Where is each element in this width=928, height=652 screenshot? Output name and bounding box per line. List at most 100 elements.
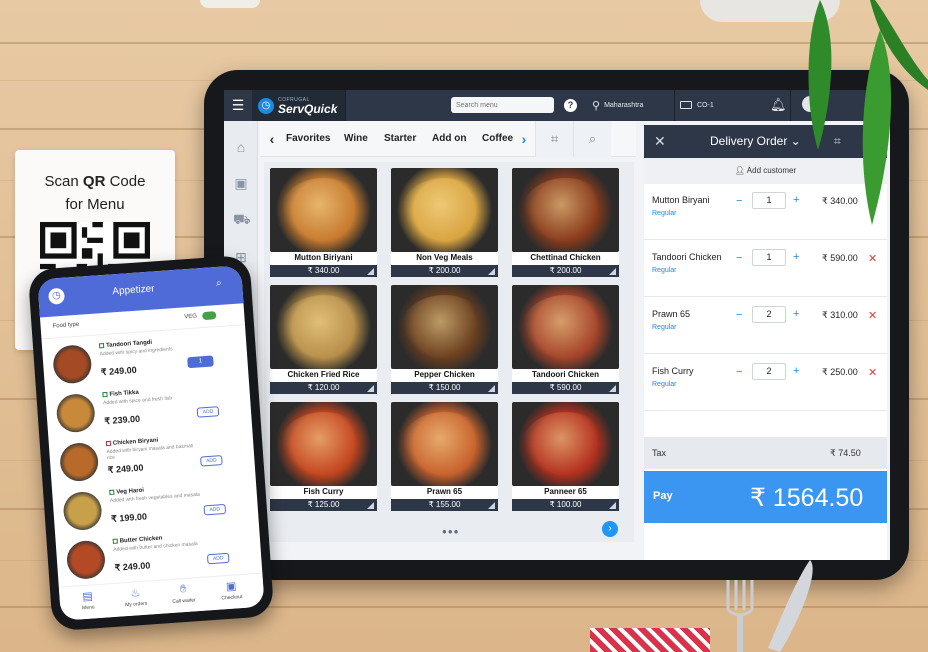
phone-item-price: ₹ 239.00: [104, 413, 141, 427]
menu-item-price: ₹ 200.00: [512, 265, 619, 277]
add-button[interactable]: ADD: [203, 503, 227, 516]
menu-item-card[interactable]: Prawn 65 ₹ 155.00: [391, 402, 498, 511]
minus-icon[interactable]: −: [736, 195, 742, 207]
orders-icon: ♨: [130, 587, 141, 600]
add-button[interactable]: ADD: [206, 552, 230, 565]
quantity-input[interactable]: 2: [752, 363, 786, 380]
menu-item-price: ₹ 590.00: [512, 382, 619, 394]
variant-link[interactable]: Regular: [652, 210, 677, 217]
menu-item-card[interactable]: Fish Curry ₹ 125.00: [270, 402, 377, 511]
order-type-dropdown[interactable]: Delivery Order ⌄: [710, 134, 801, 148]
nav-menu[interactable]: ▤ Menu: [67, 588, 108, 612]
menu-item-name: Prawn 65: [391, 486, 498, 499]
menu-item-price: ₹ 200.00: [391, 265, 498, 277]
minus-icon[interactable]: −: [736, 309, 742, 321]
tab-starter[interactable]: Starter: [384, 133, 416, 144]
minus-icon[interactable]: −: [736, 366, 742, 378]
checkout-icon: ▣: [225, 580, 237, 594]
menu-item-card[interactable]: Pepper Chicken ₹ 150.00: [391, 285, 498, 394]
nav-checkout[interactable]: ▣ Checkout: [211, 578, 252, 602]
search-input[interactable]: [451, 97, 554, 113]
cash-register-icon: [680, 101, 692, 109]
veg-marker-icon: [98, 343, 105, 349]
menu-item-card[interactable]: Chettinad Chicken ₹ 200.00: [512, 168, 619, 277]
phone-screen: ◷ Appetizer ⌕ Food type VEG Tandoori Tan…: [37, 265, 265, 621]
order-line[interactable]: Prawn 65 Regular −2 + ₹ 310.00 ✕: [644, 298, 887, 354]
tab-coffee[interactable]: Coffee: [482, 133, 513, 144]
menu-item-card[interactable]: Tandoori Chicken ₹ 590.00: [512, 285, 619, 394]
remove-icon[interactable]: ✕: [868, 309, 877, 322]
tab-add-on[interactable]: Add on: [432, 133, 466, 144]
chevron-right-icon[interactable]: ›: [514, 121, 534, 157]
knife: [768, 560, 813, 652]
help-icon[interactable]: ?: [564, 99, 577, 112]
close-icon[interactable]: ✕: [654, 133, 666, 150]
minus-icon[interactable]: −: [736, 252, 742, 264]
bell-icon[interactable]: 🔔︎: [770, 97, 787, 113]
chevron-left-icon[interactable]: ‹: [262, 121, 282, 157]
veg-toggle[interactable]: [201, 311, 217, 321]
menu-item-card[interactable]: Non Veg Meals ₹ 200.00: [391, 168, 498, 277]
food-photo: [270, 402, 377, 486]
food-photo: [270, 285, 377, 369]
order-line[interactable]: Tandoori Chicken Regular −1 + ₹ 590.00 ✕: [644, 241, 887, 297]
veg-marker-icon: [112, 538, 118, 544]
pay-label: Pay: [653, 490, 673, 502]
nav-my-orders[interactable]: ♨ My orders: [115, 585, 156, 609]
phone-item-price: ₹ 249.00: [100, 364, 137, 378]
add-button[interactable]: ADD: [196, 406, 220, 418]
food-photo: [52, 344, 93, 385]
plus-icon[interactable]: +: [793, 308, 799, 320]
search-icon[interactable]: ⌕: [216, 278, 222, 289]
food-type-filter[interactable]: Food type: [52, 322, 79, 330]
delivery-icon[interactable]: ⛟: [233, 211, 251, 227]
variant-link[interactable]: Regular: [652, 324, 677, 331]
line-amount: ₹ 310.00: [822, 310, 858, 320]
tax-label: Tax: [652, 448, 667, 458]
pager-dots[interactable]: ●●●: [442, 527, 460, 536]
quantity-input[interactable]: 1: [752, 249, 786, 266]
variant-link[interactable]: Regular: [652, 267, 677, 274]
menu-item-name: Tandoori Chicken: [512, 369, 619, 382]
counter-label: CO-1: [697, 101, 714, 109]
menu-item-card[interactable]: Mutton Biriyani ₹ 340.00: [270, 168, 377, 277]
fork: [726, 580, 754, 652]
menu-item-card[interactable]: Chicken Fried Rice ₹ 120.00: [270, 285, 377, 394]
order-item-name: Prawn 65: [652, 309, 691, 319]
home-icon[interactable]: ⌂: [233, 139, 249, 155]
orders-icon[interactable]: ▣: [233, 175, 249, 191]
plus-icon[interactable]: +: [793, 251, 799, 263]
plus-icon[interactable]: +: [793, 365, 799, 377]
nav-call-waiter[interactable]: ✋︎ Call waiter: [163, 582, 204, 606]
next-page-button[interactable]: ›: [602, 521, 618, 537]
quantity-stepper[interactable]: 1: [187, 355, 214, 369]
menu-item-name: Panneer 65: [512, 486, 619, 499]
add-button[interactable]: ADD: [200, 455, 223, 467]
quantity-input[interactable]: 1: [752, 192, 786, 209]
quantity-input[interactable]: 2: [752, 306, 786, 323]
pay-button[interactable]: Pay ₹ 1564.50: [644, 471, 887, 523]
remove-icon[interactable]: ✕: [868, 252, 877, 265]
scan-icon[interactable]: ⌗: [535, 121, 573, 157]
location-selector[interactable]: ⚲ Maharashtra: [592, 97, 643, 113]
menu-icon[interactable]: ☰: [224, 90, 252, 121]
food-photo: [55, 392, 97, 434]
brand-logo: ◷ COFRUGAL ServQuick: [252, 90, 347, 121]
counter-selector[interactable]: CO-1: [680, 97, 714, 113]
plus-icon[interactable]: +: [793, 194, 799, 206]
variant-link[interactable]: Regular: [652, 381, 677, 388]
category-bar: ‹ Favorites Wine Starter Add on Coffee ›…: [260, 121, 636, 157]
tab-favorites[interactable]: Favorites: [286, 133, 330, 144]
hand-icon: ✋︎: [179, 582, 187, 596]
phone-item-name: Fish Tikka: [102, 390, 139, 399]
menu-item-price: ₹ 155.00: [391, 499, 498, 511]
phone-item-price: ₹ 249.00: [114, 560, 151, 573]
tab-wine[interactable]: Wine: [344, 133, 368, 144]
clock-logo-icon: ◷: [258, 97, 274, 114]
search-icon[interactable]: ⌕: [573, 121, 611, 157]
plant-leaves: [808, 0, 928, 225]
order-line[interactable]: Fish Curry Regular −2 + ₹ 250.00 ✕: [644, 355, 887, 411]
food-photo: [391, 168, 498, 252]
remove-icon[interactable]: ✕: [868, 366, 877, 379]
menu-item-card[interactable]: Panneer 65 ₹ 100.00: [512, 402, 619, 511]
